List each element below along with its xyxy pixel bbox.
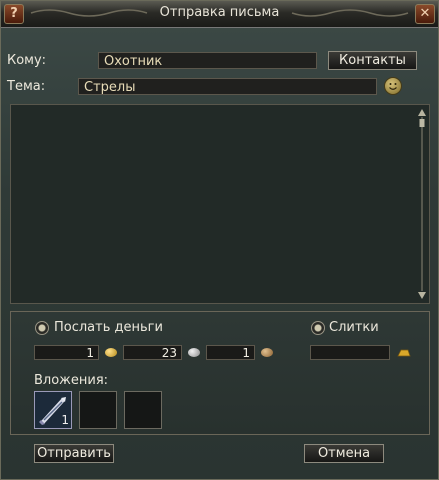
send-money-label: Послать деньги — [54, 320, 163, 335]
silver-coin-icon — [188, 348, 200, 357]
titlebar[interactable]: ? Отправка письма ✕ — [1, 1, 438, 28]
attachment-slot-1[interactable]: 1 — [34, 391, 72, 429]
attachment-slot-2[interactable] — [79, 391, 117, 429]
send-money-radio[interactable] — [35, 321, 49, 335]
silver-input[interactable]: 23 — [123, 345, 182, 360]
contacts-button[interactable]: Контакты — [328, 51, 417, 70]
bullion-radio[interactable] — [311, 321, 325, 335]
copper-input[interactable]: 1 — [206, 345, 255, 360]
copper-coin-icon — [261, 348, 273, 357]
gold-input[interactable]: 1 — [34, 345, 99, 360]
gold-coin-icon — [105, 348, 117, 357]
subject-label: Тема: — [7, 79, 46, 94]
bullion-label: Слитки — [329, 320, 379, 335]
gold-bar-icon — [397, 349, 411, 357]
attachment-count: 1 — [61, 413, 69, 427]
mail-window: ? Отправка письма ✕ Кому: Охотник Контак… — [0, 0, 439, 480]
attachments-label: Вложения: — [34, 373, 109, 388]
bullion-input[interactable] — [310, 345, 390, 360]
close-icon[interactable]: ✕ — [415, 4, 435, 24]
smiley-icon[interactable] — [384, 77, 402, 95]
subject-input[interactable]: Стрелы — [78, 78, 377, 95]
message-textarea[interactable] — [10, 104, 430, 304]
cancel-button[interactable]: Отмена — [304, 444, 384, 463]
message-scrollbar[interactable] — [416, 107, 428, 301]
ornament-right-icon — [291, 9, 409, 17]
recipient-input[interactable]: Охотник — [98, 52, 317, 69]
send-button[interactable]: Отправить — [34, 444, 114, 463]
attachment-slot-3[interactable] — [124, 391, 162, 429]
to-label: Кому: — [7, 53, 47, 68]
